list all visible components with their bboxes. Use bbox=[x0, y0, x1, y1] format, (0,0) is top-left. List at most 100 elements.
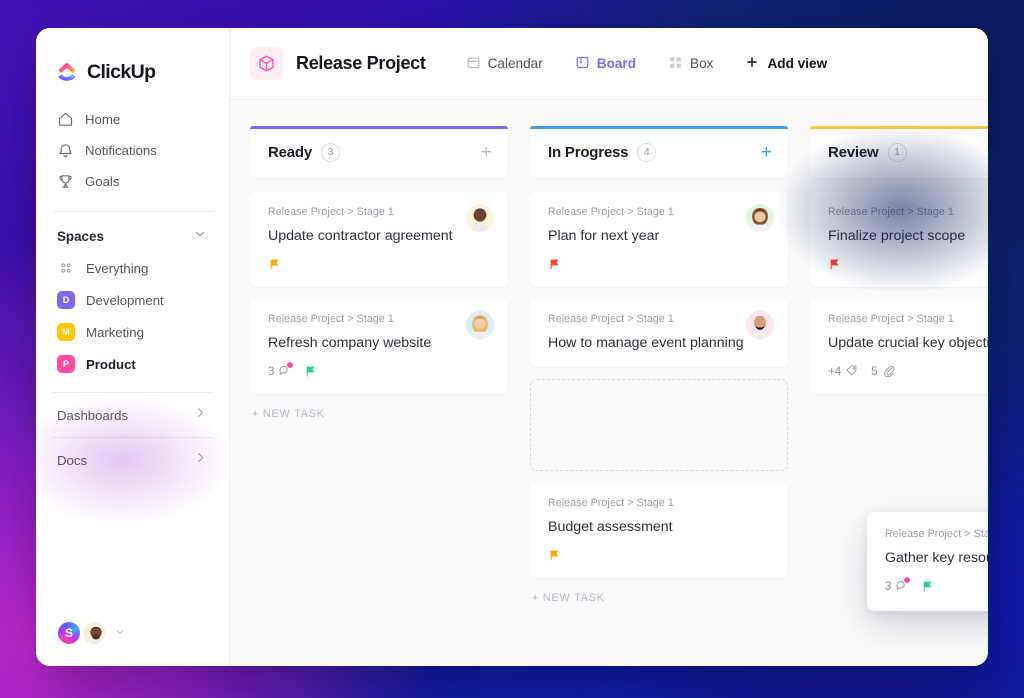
task-breadcrumb: Release Project > Stage 1 bbox=[885, 528, 988, 540]
primary-nav: Home Notifications Goals bbox=[36, 90, 229, 205]
task-title: Update contractor agreement bbox=[268, 228, 453, 244]
card-stack-review: Release Project > Stage 1 Finalize proje… bbox=[810, 192, 988, 394]
column-count-ready: 3 bbox=[321, 142, 341, 162]
priority-flag-icon[interactable] bbox=[828, 258, 841, 271]
user-avatar[interactable] bbox=[81, 620, 107, 646]
card-stack-ready: Release Project > Stage 1 Update contrac… bbox=[250, 192, 508, 394]
column-title-ready: Ready bbox=[268, 143, 313, 161]
sidebar-item-home-label: Home bbox=[85, 112, 121, 127]
task-title: Gather key resources bbox=[885, 550, 988, 566]
avatar[interactable] bbox=[466, 204, 494, 232]
comment-count[interactable]: 3 bbox=[885, 576, 911, 595]
sidebar-item-docs[interactable]: Docs bbox=[36, 438, 229, 482]
trophy-icon bbox=[57, 173, 74, 190]
task-card[interactable]: Release Project > Stage 1 Update crucial… bbox=[810, 298, 988, 394]
task-card[interactable]: Release Project > Stage 1 Update contrac… bbox=[250, 192, 508, 287]
comment-count-value: 3 bbox=[268, 365, 275, 378]
column-header-ready[interactable]: Ready 3 + bbox=[250, 126, 508, 178]
main-area: Release Project Calendar Board Box Add v… bbox=[230, 28, 988, 666]
new-task-in-progress[interactable]: + NEW TASK bbox=[530, 592, 788, 604]
new-task-ready[interactable]: + NEW TASK bbox=[250, 408, 508, 420]
task-title: Plan for next year bbox=[548, 228, 660, 244]
sidebar-item-marketing[interactable]: M Marketing bbox=[36, 316, 229, 348]
column-title-in-progress: In Progress bbox=[548, 143, 629, 161]
sidebar-footer[interactable]: S bbox=[36, 620, 229, 646]
chevron-down-icon[interactable] bbox=[193, 227, 207, 246]
brand-logo[interactable]: ClickUp bbox=[36, 28, 229, 90]
page-title: Release Project bbox=[296, 53, 426, 73]
task-card[interactable]: Release Project > Stage 1 How to manage … bbox=[530, 298, 788, 367]
sidebar-item-goals[interactable]: Goals bbox=[36, 166, 229, 197]
sidebar-item-docs-label: Docs bbox=[57, 452, 88, 468]
box-3d-icon bbox=[250, 47, 283, 80]
priority-flag-icon[interactable] bbox=[548, 549, 561, 562]
sidebar-item-home[interactable]: Home bbox=[36, 104, 229, 135]
sidebar-item-everything[interactable]: Everything bbox=[36, 252, 229, 284]
tag-icon bbox=[845, 364, 858, 380]
sidebar-item-development[interactable]: D Development bbox=[36, 284, 229, 316]
task-card[interactable]: Release Project > Stage 1 Finalize proje… bbox=[810, 192, 988, 287]
sidebar-item-dashboards[interactable]: Dashboards bbox=[36, 393, 229, 437]
chevron-down-icon[interactable] bbox=[115, 624, 125, 642]
add-task-ready-icon[interactable]: + bbox=[481, 143, 492, 162]
clickup-logo-icon bbox=[56, 61, 78, 83]
workspace-avatar[interactable]: S bbox=[56, 620, 82, 646]
tab-board[interactable]: Board bbox=[559, 46, 652, 82]
task-title: Budget assessment bbox=[548, 518, 673, 535]
task-breadcrumb: Release Project > Stage 1 bbox=[268, 206, 394, 218]
sidebar-item-everything-label: Everything bbox=[86, 260, 149, 276]
priority-flag-icon[interactable] bbox=[548, 258, 561, 271]
kanban-board: Ready 3 + Release Project > Stage 1 Upda… bbox=[230, 100, 988, 666]
task-card[interactable]: Release Project > Stage 1 Budget assessm… bbox=[530, 482, 788, 578]
sidebar-item-product[interactable]: P Product bbox=[36, 348, 229, 380]
priority-flag-icon[interactable] bbox=[921, 580, 934, 593]
comment-count[interactable]: 3 bbox=[268, 361, 294, 380]
task-card[interactable]: Release Project > Stage 1 Refresh compan… bbox=[250, 298, 508, 394]
attachment-count-value: 5 bbox=[871, 365, 878, 378]
comment-unread-dot bbox=[287, 361, 294, 368]
tag-count[interactable]: +4 bbox=[828, 364, 858, 380]
comment-count-value: 3 bbox=[885, 580, 892, 593]
avatar[interactable] bbox=[746, 310, 774, 339]
comment-unread-dot bbox=[904, 576, 911, 583]
dragged-task-card[interactable]: Release Project > Stage 1 Gather key res… bbox=[867, 512, 988, 611]
desktop-backdrop: ClickUp Home Notifications Goals Spaces … bbox=[0, 0, 1024, 698]
sidebar-item-goals-label: Goals bbox=[85, 174, 120, 189]
task-breadcrumb: Release Project > Stage 1 bbox=[548, 496, 674, 509]
column-header-review[interactable]: Review 1 + bbox=[810, 126, 988, 178]
tab-calendar[interactable]: Calendar bbox=[450, 46, 559, 82]
avatar[interactable] bbox=[746, 204, 774, 232]
task-meta bbox=[828, 257, 988, 273]
tab-box[interactable]: Box bbox=[652, 46, 729, 82]
priority-flag-icon[interactable] bbox=[268, 258, 281, 271]
column-count-in-progress: 4 bbox=[637, 142, 657, 162]
chevron-right-icon bbox=[194, 451, 207, 469]
task-title: How to manage event planning bbox=[548, 334, 744, 351]
sidebar-item-dashboards-label: Dashboards bbox=[57, 407, 129, 423]
add-view-button[interactable]: Add view bbox=[729, 46, 843, 82]
task-breadcrumb: Release Project > Stage 1 bbox=[828, 206, 954, 218]
task-breadcrumb: Release Project > Stage 1 bbox=[548, 312, 674, 325]
add-task-in-progress-icon[interactable]: + bbox=[761, 143, 772, 162]
task-card[interactable]: Release Project > Stage 1 Plan for next … bbox=[530, 192, 788, 287]
column-header-in-progress[interactable]: In Progress 4 + bbox=[530, 126, 788, 178]
priority-flag-icon[interactable] bbox=[304, 365, 317, 378]
comment-icon bbox=[278, 361, 294, 380]
board-column-in-progress: In Progress 4 + Release Project > Stage … bbox=[530, 126, 788, 666]
tag-count-value: +4 bbox=[828, 365, 842, 378]
spaces-list: Everything D Development M Marketing P P… bbox=[36, 252, 229, 380]
card-stack-in-progress: Release Project > Stage 1 Plan for next … bbox=[530, 192, 788, 578]
task-title: Finalize project scope bbox=[828, 228, 966, 244]
task-meta: +4 5 bbox=[828, 364, 988, 380]
avatar[interactable] bbox=[466, 310, 494, 339]
attachment-count[interactable]: 5 bbox=[871, 364, 894, 380]
task-breadcrumb: Release Project > Stage 1 bbox=[268, 312, 394, 325]
board-column-ready: Ready 3 + Release Project > Stage 1 Upda… bbox=[250, 126, 508, 666]
sidebar-item-notifications[interactable]: Notifications bbox=[36, 135, 229, 166]
drop-placeholder[interactable] bbox=[530, 378, 788, 471]
spaces-section-header[interactable]: Spaces bbox=[36, 212, 229, 252]
task-title: Update crucial key objectives bbox=[828, 334, 988, 351]
sidebar-item-marketing-label: Marketing bbox=[86, 324, 144, 340]
task-title: Refresh company website bbox=[268, 334, 432, 351]
task-meta: 3 bbox=[268, 361, 492, 380]
